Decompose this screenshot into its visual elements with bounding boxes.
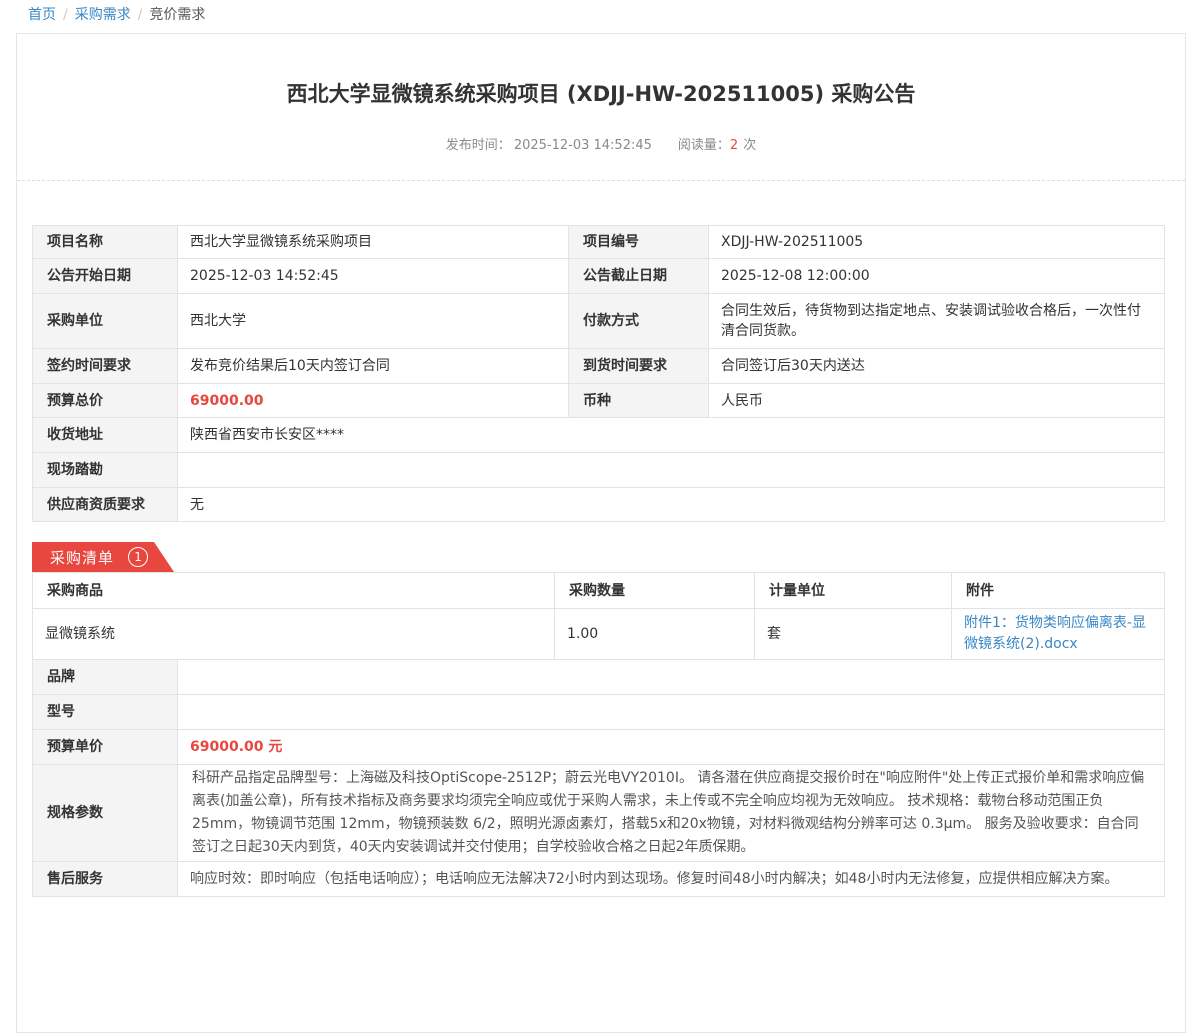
- delivery-time-label: 到货时间要求: [569, 349, 709, 384]
- budget-total-value: 69000.00: [178, 384, 569, 418]
- delivery-time-value: 合同签订后30天内送达: [709, 349, 1165, 384]
- payment-label: 付款方式: [569, 294, 709, 349]
- address-label: 收货地址: [33, 418, 178, 453]
- project-name-value: 西北大学显微镜系统采购项目: [178, 226, 569, 259]
- qualification-label: 供应商资质要求: [33, 488, 178, 522]
- service-value: 响应时效：即时响应（包括电话响应）；电话响应无法解决72小时内到达现场。修复时间…: [178, 862, 1165, 897]
- table-row: 显微镜系统 1.00 套 附件1：货物类响应偏离表-显微镜系统(2).docx: [33, 609, 1165, 660]
- product-value: 显微镜系统: [33, 609, 555, 660]
- sign-time-label: 签约时间要求: [33, 349, 178, 384]
- announcement-meta: 发布时间：2025-12-03 14:52:45 阅读量：2次: [17, 138, 1185, 153]
- unit-price-value: 69000.00 元: [178, 730, 1165, 765]
- start-date-label: 公告开始日期: [33, 259, 178, 294]
- purchase-list-table: 采购商品 采购数量 计量单位 附件 显微镜系统 1.00 套 附件1：货物类响应…: [32, 572, 1165, 660]
- purchase-list-count-badge: 1: [128, 547, 148, 567]
- sign-time-value: 发布竞价结果后10天内签订合同: [178, 349, 569, 384]
- product-header: 采购商品: [33, 573, 555, 609]
- table-header-row: 采购商品 采购数量 计量单位 附件: [33, 573, 1165, 609]
- start-date-value: 2025-12-03 14:52:45: [178, 259, 569, 294]
- announcement-card: 西北大学显微镜系统采购项目 (XDJJ-HW-202511005) 采购公告 发…: [16, 33, 1186, 1033]
- publish-time-value: 2025-12-03 14:52:45: [514, 138, 652, 153]
- table-row: 供应商资质要求 无: [33, 488, 1165, 522]
- qualification-value: 无: [178, 488, 1165, 522]
- purchase-list-title: 采购清单: [50, 547, 114, 568]
- page-title: 西北大学显微镜系统采购项目 (XDJJ-HW-202511005) 采购公告: [17, 83, 1185, 105]
- table-row: 现场踏勘: [33, 453, 1165, 488]
- table-row: 预算单价 69000.00 元: [33, 730, 1165, 765]
- currency-value: 人民币: [709, 384, 1165, 418]
- currency-label: 币种: [569, 384, 709, 418]
- budget-total-label: 预算总价: [33, 384, 178, 418]
- unit-value: 套: [755, 609, 952, 660]
- attachment-header: 附件: [952, 573, 1165, 609]
- buyer-label: 采购单位: [33, 294, 178, 349]
- unit-header: 计量单位: [755, 573, 952, 609]
- breadcrumb-bidding-demand: 竞价需求: [149, 7, 205, 23]
- table-row: 签约时间要求 发布竞价结果后10天内签订合同 到货时间要求 合同签订后30天内送…: [33, 349, 1165, 384]
- service-label: 售后服务: [33, 862, 178, 897]
- model-label: 型号: [33, 695, 178, 730]
- purchase-list-ribbon: 采购清单 1: [32, 542, 174, 572]
- buyer-value: 西北大学: [178, 294, 569, 349]
- breadcrumb-purchase-demand[interactable]: 采购需求: [75, 7, 131, 23]
- table-row: 项目名称 西北大学显微镜系统采购项目 项目编号 XDJJ-HW-20251100…: [33, 226, 1165, 259]
- table-row: 公告开始日期 2025-12-03 14:52:45 公告截止日期 2025-1…: [33, 259, 1165, 294]
- breadcrumb: 首页 / 采购需求 / 竞价需求: [0, 0, 1195, 25]
- divider: [17, 180, 1185, 181]
- views-label: 阅读量：: [678, 138, 730, 153]
- table-row: 收货地址 陕西省西安市长安区****: [33, 418, 1165, 453]
- breadcrumb-separator-2: /: [138, 7, 143, 23]
- spec-label: 规格参数: [33, 765, 178, 862]
- address-value: 陕西省西安市长安区****: [178, 418, 1165, 453]
- table-row: 品牌: [33, 660, 1165, 695]
- brand-value: [178, 660, 1165, 695]
- survey-value: [178, 453, 1165, 488]
- views-unit: 次: [743, 138, 756, 153]
- attachment-link[interactable]: 附件1：货物类响应偏离表-显微镜系统(2).docx: [964, 613, 1152, 655]
- table-row: 采购单位 西北大学 付款方式 合同生效后，待货物到达指定地点、安装调试验收合格后…: [33, 294, 1165, 349]
- project-no-value: XDJJ-HW-202511005: [709, 226, 1165, 259]
- survey-label: 现场踏勘: [33, 453, 178, 488]
- table-row: 售后服务 响应时效：即时响应（包括电话响应）；电话响应无法解决72小时内到达现场…: [33, 862, 1165, 897]
- model-value: [178, 695, 1165, 730]
- breadcrumb-separator: /: [63, 7, 68, 23]
- end-date-label: 公告截止日期: [569, 259, 709, 294]
- table-row: 型号: [33, 695, 1165, 730]
- unit-price-label: 预算单价: [33, 730, 178, 765]
- project-info-table: 项目名称 西北大学显微镜系统采购项目 项目编号 XDJJ-HW-20251100…: [32, 225, 1165, 522]
- brand-label: 品牌: [33, 660, 178, 695]
- table-row: 规格参数 科研产品指定品牌型号：上海磁及科技OptiScope-2512P；蔚云…: [33, 765, 1165, 862]
- project-name-label: 项目名称: [33, 226, 178, 259]
- publish-time-label: 发布时间：: [446, 138, 511, 153]
- views-count: 2: [730, 138, 738, 153]
- end-date-value: 2025-12-08 12:00:00: [709, 259, 1165, 294]
- spec-value: 科研产品指定品牌型号：上海磁及科技OptiScope-2512P；蔚云光电VY2…: [178, 765, 1165, 862]
- project-no-label: 项目编号: [569, 226, 709, 259]
- table-row: 预算总价 69000.00 币种 人民币: [33, 384, 1165, 418]
- breadcrumb-home[interactable]: 首页: [28, 7, 56, 23]
- payment-value: 合同生效后，待货物到达指定地点、安装调试验收合格后，一次性付清合同货款。: [709, 294, 1165, 349]
- quantity-value: 1.00: [555, 609, 755, 660]
- quantity-header: 采购数量: [555, 573, 755, 609]
- product-detail-table: 品牌 型号 预算单价 69000.00 元 规格参数 科研产品指定品牌型号：上海…: [32, 659, 1165, 897]
